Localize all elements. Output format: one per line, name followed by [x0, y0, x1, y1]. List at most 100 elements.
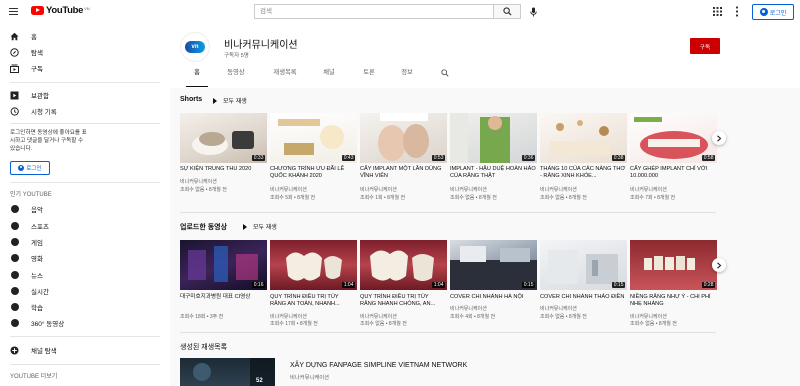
sidebar-item-library[interactable]: 보관함 — [0, 87, 170, 103]
login-label: 로그인 — [769, 10, 787, 17]
sidebar-item-history[interactable]: 시청 기록 — [0, 103, 170, 119]
more-options-icon[interactable] — [735, 6, 739, 19]
playlist-channel[interactable]: 비나커뮤니케이션 — [290, 373, 329, 381]
video-title[interactable]: COVER CHI NHÁNH HÀ NỘI — [450, 294, 536, 301]
video-duration: 0:36 — [522, 154, 535, 161]
video-thumbnail[interactable]: 0:36 — [450, 113, 537, 163]
video-title[interactable]: NIỀNG RĂNG NHƯ Ý - CHI PHÍ NHẸ NHÀNG — [630, 294, 716, 309]
video-title[interactable]: CẤY GHÉP IMPLANT CHỈ VỚI 10.000.000 — [630, 166, 716, 181]
user-icon — [18, 165, 25, 171]
sidebar-item-label: 구독 — [31, 66, 43, 73]
video-channel[interactable]: 비나커뮤니케이션 — [360, 313, 397, 320]
sidebar-item-browse-channels[interactable]: 채널 탐색 — [0, 342, 170, 358]
video-thumbnail[interactable]: 0:58 — [630, 113, 717, 163]
video-thumbnail[interactable]: 0:28 — [630, 240, 717, 290]
video-thumbnail[interactable]: 0:16 — [180, 240, 267, 290]
shorts-play-all-button[interactable]: 모두 재생 — [213, 96, 247, 105]
video-meta: 조회수 없음 • 8개월 전 — [450, 195, 497, 201]
sidebar-item-label: 채널 탐색 — [31, 348, 57, 355]
youtube-logo[interactable]: YouTube VN — [31, 5, 90, 16]
login-button[interactable]: 로그인 — [752, 4, 794, 20]
video-thumbnail[interactable]: 0:43 — [270, 113, 357, 163]
search-button[interactable] — [494, 4, 521, 19]
sidebar-item-sports[interactable]: 스포츠 — [0, 218, 170, 234]
video-duration: 0:16 — [252, 281, 265, 288]
subscriber-count: 구독자 5명 — [224, 53, 249, 59]
video-duration: 0:38 — [612, 154, 625, 161]
video-duration: 0:43 — [342, 154, 355, 161]
sidebar-item-home[interactable]: 홈 — [0, 28, 170, 44]
video-meta: 조회수 7회 • 8개월 전 — [630, 195, 676, 201]
video-meta: 조회수 18회 • 3주 전 — [180, 314, 224, 320]
sidebar-item-gaming[interactable]: 게임 — [0, 234, 170, 250]
video-thumbnail[interactable]: 0:38 — [540, 113, 627, 163]
video-channel[interactable]: 비나커뮤니케이션 — [540, 305, 577, 312]
plus-circle-icon — [10, 346, 19, 355]
mic-icon[interactable] — [527, 5, 539, 18]
sports-icon — [10, 222, 19, 231]
channel-search-icon[interactable] — [441, 69, 449, 79]
video-channel[interactable]: 비나커뮤니케이션 — [540, 186, 577, 193]
uploads-play-all-button[interactable]: 모두 재생 — [243, 222, 277, 231]
video-meta: 조회수 1회 • 8개월 전 — [360, 195, 406, 201]
tab-home[interactable]: 홈 — [186, 67, 208, 87]
sidebar-item-label: 홈 — [31, 34, 37, 41]
subscribe-button[interactable]: 구독 — [690, 38, 720, 54]
search-input[interactable] — [255, 5, 493, 18]
sidebar-login-label: 로그인 — [26, 166, 42, 172]
video-thumbnail[interactable]: 0:53 — [360, 113, 447, 163]
video-title[interactable]: COVER CHI NHÁNH THẢO ĐIỀN — [540, 294, 626, 301]
video-channel[interactable]: 비나커뮤니케이션 — [270, 313, 307, 320]
shorts-next-button[interactable] — [712, 131, 726, 145]
sidebar-item-live[interactable]: 실시간 — [0, 283, 170, 299]
video-thumbnail[interactable]: 0:33 — [180, 113, 267, 163]
video-channel[interactable]: 비나커뮤니케이션 — [180, 178, 217, 185]
tab-playlists[interactable]: 재생목록 — [268, 67, 302, 87]
tab-discussion[interactable]: 토론 — [358, 67, 380, 87]
video-channel[interactable]: 비나커뮤니케이션 — [270, 186, 307, 193]
video-channel[interactable]: 비나커뮤니케이션 — [360, 186, 397, 193]
channel-avatar-logo: vn — [185, 41, 205, 53]
video-thumbnail[interactable]: 0:15 — [540, 240, 627, 290]
video-duration: 0:15 — [522, 281, 535, 288]
movies-icon — [10, 254, 19, 263]
video-channel[interactable]: 비나커뮤니케이션 — [450, 186, 487, 193]
learning-icon — [10, 303, 19, 312]
uploads-next-button[interactable] — [712, 258, 726, 272]
sidebar-item-music[interactable]: 음악 — [0, 201, 170, 217]
sidebar-item-learning[interactable]: 학습 — [0, 299, 170, 315]
video-title[interactable]: IMPLANT - HẬU DUỆ HOÀN HẢO CỦA RĂNG THẬT — [450, 166, 536, 181]
video-channel[interactable]: 비나커뮤니케이션 — [450, 305, 487, 312]
sidebar-item-label: 음악 — [31, 207, 43, 214]
sidebar-item-news[interactable]: 뉴스 — [0, 267, 170, 283]
video-title[interactable]: SỰ KIỆN TRUNG THU 2020 — [180, 166, 266, 173]
tab-videos[interactable]: 동영상 — [222, 67, 250, 87]
video-thumbnail[interactable]: 0:15 — [450, 240, 537, 290]
video-title[interactable]: CHƯƠNG TRÌNH ƯU ĐÃI LỄ QUỐC KHÁNH 2020 — [270, 166, 356, 181]
sidebar-item-movies[interactable]: 영화 — [0, 250, 170, 266]
sidebar-item-subscriptions[interactable]: 구독 — [0, 60, 170, 76]
channel-tabs — [170, 64, 800, 88]
tab-channels[interactable]: 채널 — [318, 67, 340, 87]
channel-avatar[interactable]: vn — [180, 32, 210, 62]
apps-icon[interactable] — [713, 7, 722, 18]
tab-about[interactable]: 정보 — [396, 67, 418, 87]
playlist-title[interactable]: XÂY DỰNG FANPAGE SIMPLINE VIETNAM NETWOR… — [290, 362, 467, 369]
video-title[interactable]: QUY TRÌNH ĐIỀU TRỊ TỦY RĂNG AN TOÀN, NHA… — [270, 294, 356, 309]
search-box — [254, 4, 494, 19]
video-title[interactable]: QUY TRÌNH ĐIỀU TRỊ TỦY RĂNG NHANH CHÓNG,… — [360, 294, 446, 309]
video-title[interactable]: THÁNG 10 CỦA CÁC NÀNG THƠ - RĂNG XINH KH… — [540, 166, 626, 181]
live-icon — [10, 287, 19, 296]
video-title[interactable]: CẤY IMPLANT MỘT LẦN DÙNG VĨNH VIỄN — [360, 166, 446, 181]
sidebar-item-label: 영화 — [31, 256, 43, 263]
video-channel[interactable]: 비나커뮤니케이션 — [630, 313, 667, 320]
video-title[interactable]: 대구미호지과병원 대표 CI영상 — [180, 294, 266, 301]
sidebar-item-explore[interactable]: 탐색 — [0, 44, 170, 60]
video-thumbnail[interactable]: 1:04 — [270, 240, 357, 290]
video-channel[interactable]: 비나커뮤니케이션 — [630, 186, 667, 193]
menu-icon[interactable] — [8, 6, 20, 18]
sidebar-login-button[interactable]: 로그인 — [10, 161, 50, 175]
video-thumbnail[interactable]: 1:04 — [360, 240, 447, 290]
divider — [10, 182, 160, 183]
sidebar-item-360[interactable]: 360° 동영상 — [0, 315, 170, 331]
